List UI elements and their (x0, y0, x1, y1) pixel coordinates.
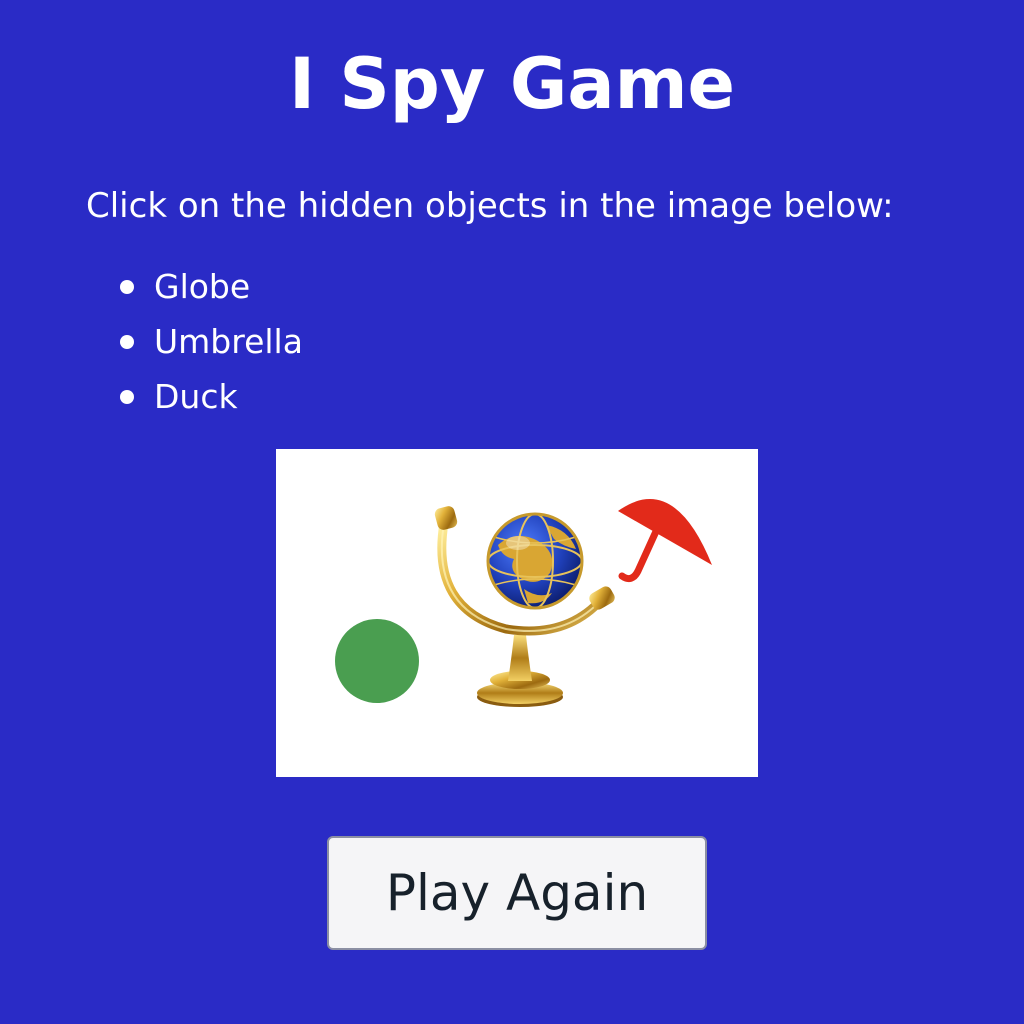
bullet-icon (120, 280, 134, 294)
bullet-icon (120, 390, 134, 404)
green-circle[interactable] (335, 619, 419, 703)
play-again-button[interactable]: Play Again (327, 836, 707, 950)
list-item-globe: Globe (120, 262, 303, 317)
game-scene[interactable] (276, 449, 758, 777)
game-scene-canvas (335, 499, 712, 707)
instructions-text: Click on the hidden objects in the image… (86, 186, 894, 226)
list-item-duck: Duck (120, 372, 303, 427)
umbrella-icon[interactable] (618, 499, 712, 583)
list-item-label: Duck (154, 377, 238, 416)
bullet-icon (120, 335, 134, 349)
object-list: Globe Umbrella Duck (120, 262, 303, 427)
list-item-label: Globe (154, 267, 251, 306)
globe-icon[interactable] (433, 505, 616, 707)
list-item-label: Umbrella (154, 322, 303, 361)
page-title: I Spy Game (288, 43, 736, 125)
list-item-umbrella: Umbrella (120, 317, 303, 372)
